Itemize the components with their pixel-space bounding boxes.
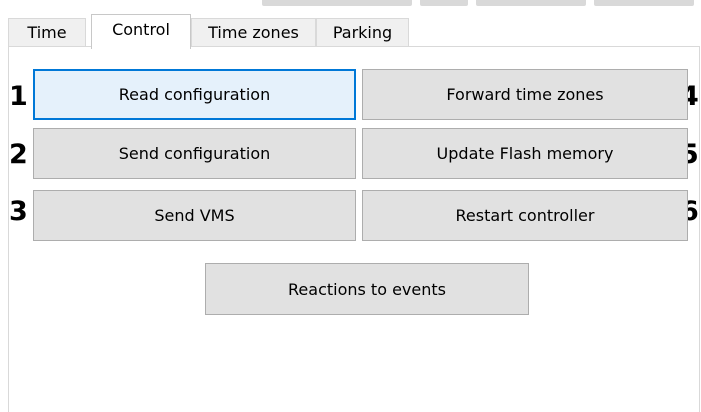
marker-3: 3 (9, 196, 28, 227)
update-flash-memory-button[interactable]: Update Flash memory (362, 128, 688, 179)
send-configuration-button[interactable]: Send configuration (33, 128, 356, 179)
send-vms-button[interactable]: Send VMS (33, 190, 356, 241)
marker-1: 1 (9, 81, 28, 112)
read-configuration-button[interactable]: Read configuration (33, 69, 356, 120)
reactions-to-events-button[interactable]: Reactions to events (205, 263, 529, 315)
tab-control[interactable]: Control (91, 14, 191, 49)
tab-time[interactable]: Time (8, 18, 86, 47)
marker-2: 2 (9, 139, 28, 170)
tab-strip: Time Control Time zones Parking (8, 12, 698, 49)
tab-parking[interactable]: Parking (316, 18, 409, 47)
forward-time-zones-button[interactable]: Forward time zones (362, 69, 688, 120)
tab-time-zones[interactable]: Time zones (191, 18, 316, 47)
cropped-title-remnant (0, 0, 701, 12)
restart-controller-button[interactable]: Restart controller (362, 190, 688, 241)
